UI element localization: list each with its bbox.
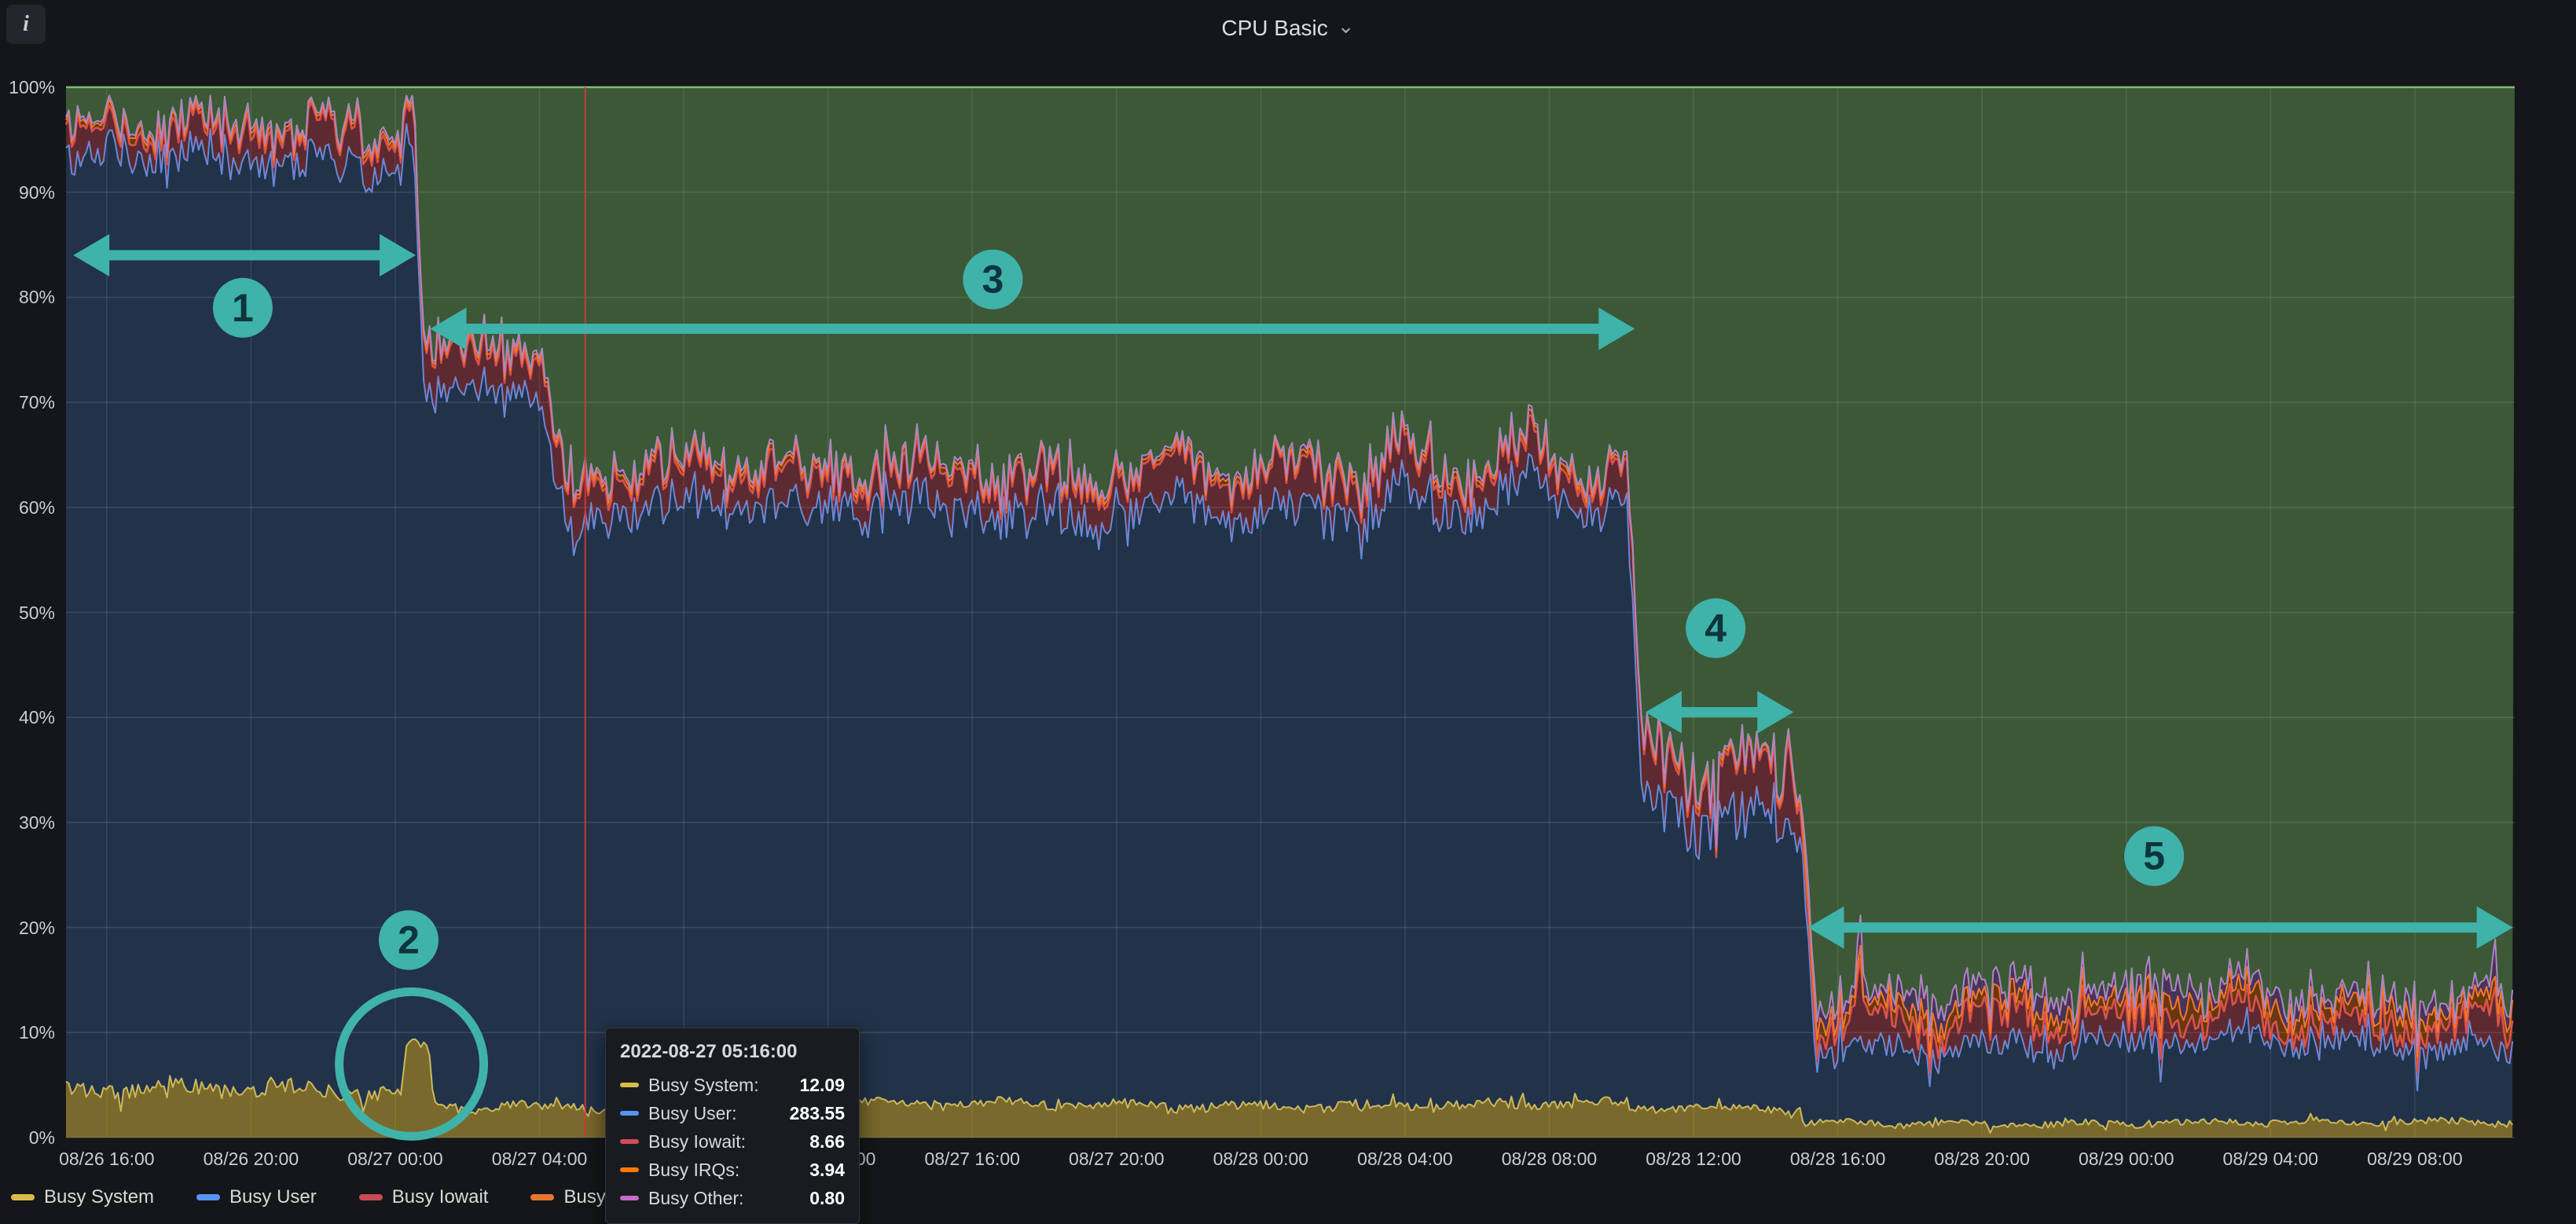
tooltip-series-value: 0.80 (809, 1188, 845, 1209)
y-tick-label: 50% (0, 602, 55, 624)
x-tick-label: 08/27 16:00 (897, 1149, 1047, 1170)
tooltip-series-value: 12.09 (799, 1075, 845, 1096)
legend-item-label: Busy User (229, 1186, 317, 1208)
y-tick-label: 40% (0, 706, 55, 728)
series-color-dash-icon (620, 1083, 639, 1087)
svg-text:3: 3 (982, 258, 1004, 302)
legend-item-label: Busy Iowait (392, 1186, 489, 1208)
tooltip-series-value: 283.55 (790, 1103, 845, 1124)
chevron-down-icon: ⌄ (1338, 14, 1355, 38)
x-axis: 08/26 16:0008/26 20:0008/27 00:0008/27 0… (0, 1149, 2576, 1180)
annotation-number-2: 2 (379, 911, 439, 970)
legend-item-busy-iowait[interactable]: Busy Iowait (359, 1186, 489, 1208)
y-tick-label: 70% (0, 391, 55, 413)
annotation-number-1: 1 (213, 278, 273, 338)
series-color-dash-icon (620, 1167, 639, 1172)
series-color-dash-icon (620, 1139, 639, 1144)
x-tick-label: 08/28 20:00 (1907, 1149, 2057, 1170)
series-color-dash-icon (359, 1194, 383, 1200)
svg-text:4: 4 (1704, 607, 1727, 650)
grafana-cpu-panel: i CPU Basic ⌄ 1 2 3 4 5 0% 10% 20% 30% 40% 50% 60%… (0, 0, 2576, 1211)
tooltip-row-busy-user-: Busy User: 283.55 (620, 1099, 845, 1127)
legend-item-busy-user[interactable]: Busy User (196, 1186, 317, 1208)
chart-areas (66, 87, 2515, 1138)
x-tick-label: 08/29 04:00 (2196, 1149, 2345, 1170)
tooltip-series-label: Busy System: (648, 1075, 759, 1096)
series-color-dash-icon (196, 1194, 220, 1200)
x-tick-label: 08/26 16:00 (32, 1149, 182, 1170)
tooltip-row-busy-iowait-: Busy Iowait: 8.66 (620, 1127, 845, 1156)
y-tick-label: 100% (0, 76, 55, 98)
x-tick-label: 08/28 08:00 (1474, 1149, 1624, 1170)
panel-title[interactable]: CPU Basic ⌄ (1221, 16, 1354, 41)
x-tick-label: 08/29 00:00 (2052, 1149, 2201, 1170)
series-color-dash-icon (530, 1194, 554, 1200)
y-tick-label: 10% (0, 1021, 55, 1043)
series-color-dash-icon (620, 1196, 639, 1200)
tooltip-series-label: Busy IRQs: (648, 1160, 739, 1181)
tooltip-series-label: Busy Other: (648, 1188, 743, 1209)
series-color-dash-icon (11, 1194, 35, 1200)
tooltip-series-label: Busy User: (648, 1103, 736, 1124)
x-tick-label: 08/28 00:00 (1186, 1149, 1335, 1170)
tooltip-rows: Busy System: 12.09 Busy User: 283.55 Busy Io… (620, 1071, 845, 1212)
annotation-number-3: 3 (963, 250, 1022, 310)
legend-item-label: Busy System (44, 1186, 154, 1208)
y-tick-label: 30% (0, 812, 55, 834)
chart-legend: Busy SystemBusy UserBusy IowaitBusy IRQs (11, 1186, 654, 1208)
tooltip-series-label: Busy Iowait: (648, 1131, 746, 1153)
info-icon-glyph: i (23, 12, 29, 37)
legend-item-busy-system[interactable]: Busy System (11, 1186, 154, 1208)
cpu-usage-chart[interactable]: 1 2 3 4 5 (0, 0, 2576, 1211)
x-tick-label: 08/27 04:00 (465, 1149, 615, 1170)
tooltip-row-busy-other-: Busy Other: 0.80 (620, 1184, 845, 1212)
x-tick-label: 08/28 04:00 (1330, 1149, 1480, 1170)
svg-text:1: 1 (232, 286, 254, 330)
chart-tooltip: 2022-08-27 05:16:00 Busy System:12.09Bus… (605, 1028, 860, 1224)
tooltip-series-value: 3.94 (809, 1160, 845, 1181)
tooltip-series-value: 8.66 (809, 1131, 845, 1153)
annotation-number-4: 4 (1686, 599, 1745, 658)
x-tick-label: 08/27 00:00 (321, 1149, 470, 1170)
annotation-number-5: 5 (2124, 826, 2184, 886)
tooltip-row-busy-irqs-: Busy IRQs: 3.94 (620, 1156, 845, 1184)
y-axis: 0% 10% 20% 30% 40% 50% 60% 70% 80% 90% 100% (0, 0, 63, 1211)
x-tick-label: 08/27 20:00 (1042, 1149, 1191, 1170)
y-tick-label: 80% (0, 286, 55, 308)
x-tick-label: 08/29 08:00 (2340, 1149, 2490, 1170)
x-tick-label: 08/26 20:00 (176, 1149, 325, 1170)
panel-info-icon[interactable]: i (6, 5, 46, 44)
y-tick-label: 20% (0, 917, 55, 939)
x-tick-label: 08/28 12:00 (1619, 1149, 1768, 1170)
x-tick-label: 08/28 16:00 (1763, 1149, 1913, 1170)
series-color-dash-icon (620, 1111, 639, 1116)
svg-text:2: 2 (398, 918, 420, 962)
svg-text:5: 5 (2143, 834, 2165, 878)
tooltip-row-busy-system-: Busy System: 12.09 (620, 1071, 845, 1099)
y-tick-label: 60% (0, 497, 55, 519)
tooltip-timestamp: 2022-08-27 05:16:00 (620, 1041, 845, 1063)
panel-title-text: CPU Basic (1221, 16, 1327, 41)
y-tick-label: 90% (0, 181, 55, 203)
y-tick-label: 0% (0, 1127, 55, 1149)
